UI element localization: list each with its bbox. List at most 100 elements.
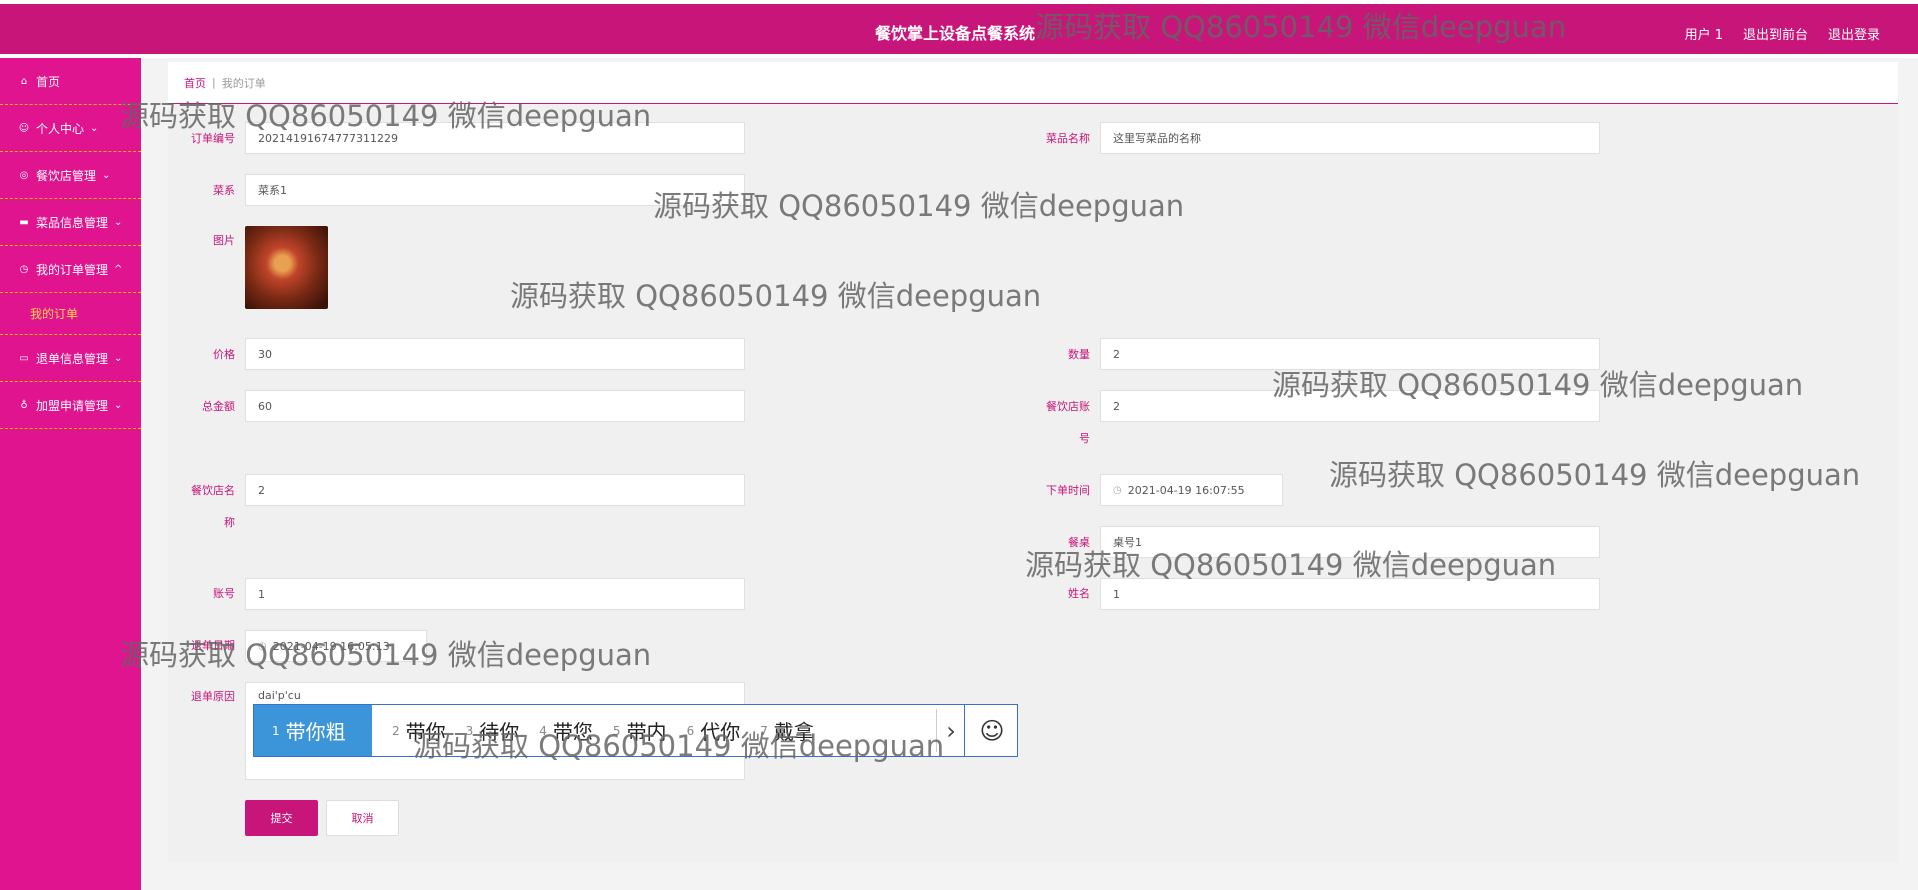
ime-candidate-text: 带你粗: [285, 720, 346, 744]
ime-candidate-number: 5: [612, 723, 621, 738]
clock-icon: ◷: [258, 640, 267, 652]
ime-candidate-1[interactable]: 1 带你粗: [254, 705, 372, 756]
ime-candidate-4[interactable]: 4 带您: [539, 716, 593, 745]
refund-date-label: 退单日期: [191, 639, 235, 652]
clock-icon: ◷: [1113, 484, 1122, 496]
refund-icon: ▭: [19, 352, 29, 364]
top-links: 用户 1 退出到前台 退出登录: [1685, 24, 1880, 43]
ime-candidate-2[interactable]: 2 带你: [392, 716, 446, 745]
breadcrumb: 首页 | 我的订单: [168, 62, 1898, 104]
ime-candidate-7[interactable]: 7 戴拿: [760, 716, 814, 745]
emoji-icon[interactable]: ☺: [964, 705, 1019, 756]
submit-button[interactable]: 提交: [245, 800, 318, 836]
store-name-field[interactable]: 2: [245, 474, 745, 506]
sidebar-item-dishes[interactable]: ▬ 菜品信息管理 ⌄: [0, 199, 141, 246]
total-label: 总金额: [202, 400, 235, 413]
chevron-up-icon: ^: [114, 263, 123, 275]
order-time-label: 下单时间: [1046, 484, 1090, 497]
sidebar: ⌂ 首页 ☺ 个人中心 ⌄ ◎ 餐饮店管理 ⌄ ▬ 菜品信息管理 ⌄ ◷ 我的订…: [0, 58, 141, 890]
sidebar-item-label: 加盟申请管理: [36, 398, 109, 413]
quantity-label: 数量: [1068, 348, 1090, 361]
dish-name-field[interactable]: 这里写菜品的名称: [1100, 122, 1600, 154]
store-name-label-2: 称: [224, 516, 235, 529]
chevron-down-icon: ⌄: [114, 399, 123, 411]
logout-link[interactable]: 退出登录: [1828, 24, 1880, 43]
ime-candidate-text: 带内: [626, 720, 667, 744]
breadcrumb-current: 我的订单: [221, 76, 266, 90]
ime-candidate-bar: 1 带你粗 2 带你 3 待你 4 带您 5 带内 6 代你 7 戴拿 › ☺: [253, 704, 1018, 757]
ime-candidate-3[interactable]: 3 待你: [466, 716, 520, 745]
sidebar-item-label: 我的订单管理: [36, 262, 109, 277]
table-label: 餐桌: [1068, 536, 1090, 549]
back-to-front-link[interactable]: 退出到前台: [1743, 24, 1808, 43]
image-label: 图片: [213, 234, 235, 247]
chevron-down-icon: ⌄: [102, 169, 111, 181]
store-icon: ◎: [19, 169, 29, 181]
ime-candidate-number: 3: [465, 723, 474, 738]
sidebar-item-label: 退单信息管理: [36, 351, 109, 366]
ime-candidate-number: 2: [392, 723, 400, 738]
table-field[interactable]: 桌号1: [1100, 526, 1600, 558]
ime-candidate-number: 1: [272, 723, 280, 738]
breadcrumb-home[interactable]: 首页: [184, 75, 206, 91]
sidebar-item-label: 个人中心: [36, 121, 85, 136]
total-field[interactable]: 60: [245, 390, 745, 422]
breadcrumb-separator: |: [212, 76, 216, 89]
ime-candidate-number: 6: [686, 723, 695, 738]
user-name[interactable]: 用户 1: [1685, 24, 1723, 43]
cuisine-field[interactable]: 菜系1: [245, 174, 745, 206]
chevron-down-icon: ⌄: [114, 352, 123, 364]
sidebar-item-label: 餐饮店管理: [36, 168, 97, 183]
sidebar-item-label: 首页: [36, 74, 61, 89]
sidebar-item-store[interactable]: ◎ 餐饮店管理 ⌄: [0, 152, 141, 199]
top-bar: 餐饮掌上设备点餐系统 用户 1 退出到前台 退出登录: [0, 4, 1918, 54]
account-field[interactable]: 1: [245, 578, 745, 610]
ime-candidate-text: 代你: [700, 720, 741, 744]
name-field[interactable]: 1: [1100, 578, 1600, 610]
sidebar-item-label: 菜品信息管理: [36, 215, 109, 230]
sidebar-item-home[interactable]: ⌂ 首页: [0, 58, 141, 105]
ime-candidate-text: 戴拿: [773, 720, 814, 744]
home-icon: ⌂: [20, 75, 28, 87]
chevron-down-icon: ⌄: [90, 122, 99, 134]
price-field[interactable]: 30: [245, 338, 745, 370]
refund-reason-label: 退单原因: [191, 690, 235, 703]
refund-date-value: 2021-04-19 16:05:13: [272, 639, 390, 653]
ime-candidate-number: 4: [539, 723, 547, 738]
sidebar-item-profile[interactable]: ☺ 个人中心 ⌄: [0, 105, 141, 152]
sidebar-item-label: 我的订单: [30, 307, 79, 321]
price-label: 价格: [213, 348, 235, 361]
ime-candidate-text: 带您: [552, 720, 593, 744]
ime-candidate-6[interactable]: 6 代你: [687, 716, 741, 745]
app-title: 餐饮掌上设备点餐系统: [875, 24, 1036, 43]
quantity-field[interactable]: 2: [1100, 338, 1600, 370]
order-no-field[interactable]: 20214191674777311229: [245, 122, 745, 154]
store-account-field[interactable]: 2: [1100, 390, 1600, 422]
order-time-value: 2021-04-19 16:07:55: [1127, 483, 1245, 497]
join-icon: ♁: [20, 399, 28, 411]
refund-date-field[interactable]: ◷ 2021-04-19 16:05:13: [245, 630, 427, 662]
order-no-label: 订单编号: [191, 132, 235, 145]
user-icon: ☺: [18, 122, 30, 134]
dish-name-label: 菜品名称: [1046, 132, 1090, 145]
chevron-right-icon[interactable]: ›: [936, 709, 965, 752]
store-name-label-1: 餐饮店名: [191, 484, 235, 497]
name-label: 姓名: [1068, 587, 1090, 600]
ime-candidate-number: 7: [760, 723, 768, 738]
cuisine-label: 菜系: [213, 184, 235, 197]
sidebar-item-refunds[interactable]: ▭ 退单信息管理 ⌄: [0, 335, 141, 382]
ime-candidate-5[interactable]: 5 带内: [613, 716, 667, 745]
sidebar-subitem-my-orders[interactable]: 我的订单: [0, 293, 141, 335]
order-icon: ◷: [19, 263, 29, 275]
dish-icon: ▬: [19, 216, 29, 228]
ime-candidate-text: 待你: [479, 720, 520, 744]
store-account-label-1: 餐饮店账: [1046, 400, 1090, 413]
order-time-field[interactable]: ◷ 2021-04-19 16:07:55: [1100, 474, 1283, 506]
sidebar-item-join[interactable]: ♁ 加盟申请管理 ⌄: [0, 382, 141, 429]
ime-candidate-text: 带你: [405, 720, 446, 744]
chevron-down-icon: ⌄: [114, 216, 123, 228]
store-account-label-2: 号: [1079, 432, 1090, 445]
sidebar-item-orders[interactable]: ◷ 我的订单管理 ^: [0, 246, 141, 293]
cancel-button[interactable]: 取消: [326, 800, 399, 836]
dish-image: [245, 226, 328, 309]
